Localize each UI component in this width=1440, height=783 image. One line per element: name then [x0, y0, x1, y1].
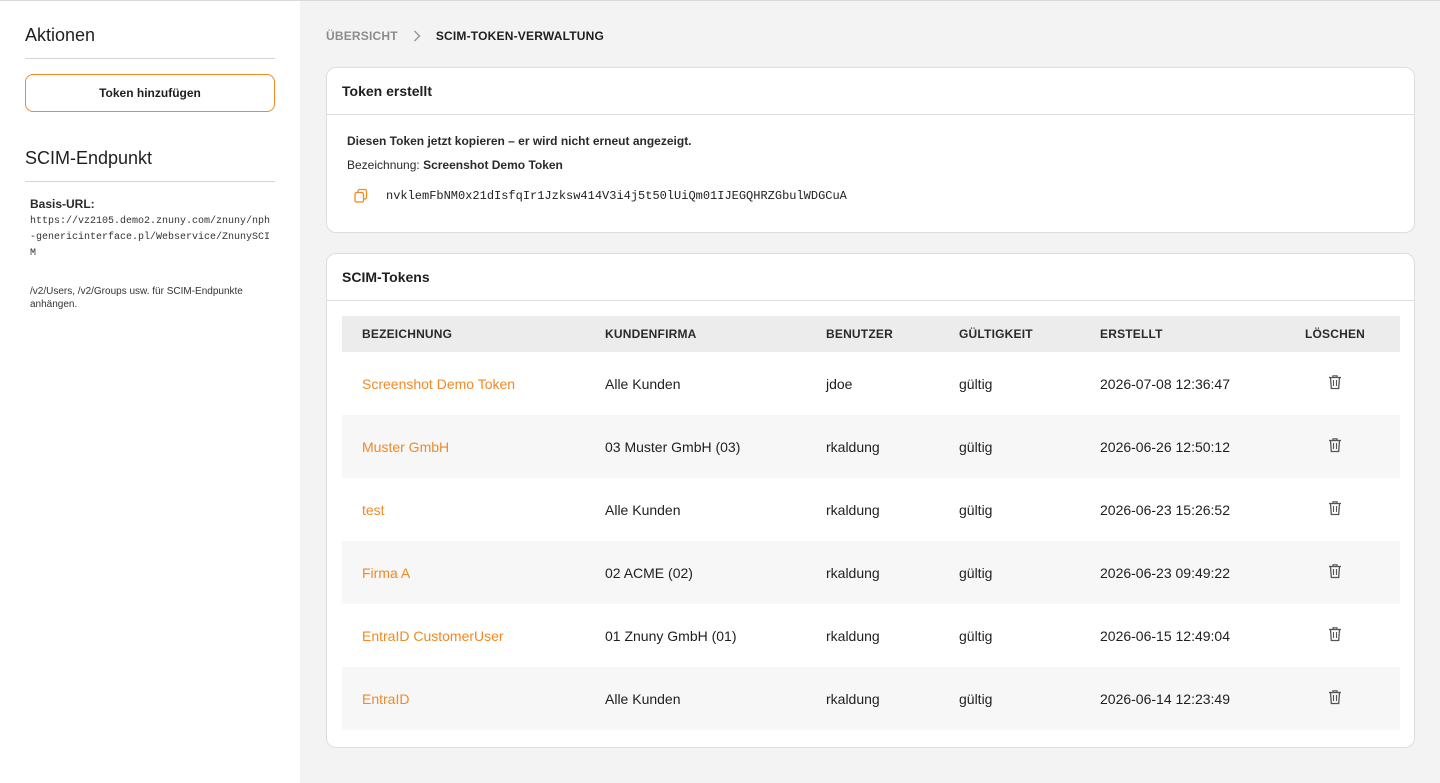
company-cell: 01 Znuny GmbH (01) — [605, 627, 737, 644]
company-cell: Alle Kunden — [605, 501, 681, 518]
delete-cell — [1270, 352, 1400, 415]
table-row: EntraID Alle Kunden rkaldung gültig 2026-06-… — [342, 667, 1400, 730]
created-cell: 2026-06-15 12:49:04 — [1100, 627, 1230, 644]
delete-cell — [1270, 667, 1400, 730]
company-cell: 02 ACME (02) — [605, 564, 693, 581]
company-cell: Alle Kunden — [605, 375, 681, 392]
validity-cell: gültig — [959, 375, 993, 392]
token-name-label: Bezeichnung: — [347, 158, 420, 172]
validity-cell: gültig — [959, 438, 993, 455]
trash-icon[interactable] — [1328, 374, 1342, 390]
chevron-right-icon — [413, 30, 421, 42]
user-cell: rkaldung — [826, 501, 880, 518]
validity-cell: gültig — [959, 627, 993, 644]
user-cell: rkaldung — [826, 564, 880, 581]
column-header-company[interactable]: KUNDENFIRMA — [585, 316, 806, 352]
table-header-row: BEZEICHNUNG KUNDENFIRMA BENUTZER GÜLTIGK… — [342, 316, 1400, 352]
created-cell: 2026-06-23 09:49:22 — [1100, 564, 1230, 581]
breadcrumb: ÜBERSICHT SCIM-TOKEN-VERWALTUNG — [326, 26, 1415, 46]
validity-cell: gültig — [959, 501, 993, 518]
token-name-link[interactable]: EntraID CustomerUser — [342, 604, 585, 667]
token-name-link[interactable]: EntraID — [342, 667, 585, 730]
token-value-line: nvklemFbNM0x21dIsfqIr1Jzksw414V3i4j5t50l… — [347, 188, 1394, 204]
column-header-created[interactable]: ERSTELLT — [1080, 316, 1270, 352]
created-cell: 2026-06-26 12:50:12 — [1100, 438, 1230, 455]
breadcrumb-current: SCIM-TOKEN-VERWALTUNG — [435, 29, 605, 43]
token-name-link[interactable]: Firma A — [342, 541, 585, 604]
tokens-table: BEZEICHNUNG KUNDENFIRMA BENUTZER GÜLTIGK… — [342, 316, 1400, 730]
table-row: test Alle Kunden rkaldung gültig 2026-06-23 … — [342, 478, 1400, 541]
token-name-link[interactable]: Screenshot Demo Token — [342, 352, 585, 415]
token-name-link[interactable]: Muster GmbH — [342, 415, 585, 478]
delete-cell — [1270, 478, 1400, 541]
trash-icon[interactable] — [1328, 437, 1342, 453]
delete-cell — [1270, 415, 1400, 478]
token-name-value: Screenshot Demo Token — [423, 158, 563, 172]
base-url-value: https://vz2105.demo2.znuny.com/znuny/nph… — [30, 216, 271, 259]
add-token-button[interactable]: Token hinzufügen — [25, 74, 275, 112]
token-name-link[interactable]: test — [342, 478, 585, 541]
table-row: Firma A 02 ACME (02) rkaldung gültig 2026-06… — [342, 541, 1400, 604]
company-cell: Alle Kunden — [605, 690, 681, 707]
scim-endpoint-heading: SCIM-Endpunkt — [25, 148, 275, 182]
endpoint-hint: /v2/Users, /v2/Groups usw. für SCIM-Endp… — [30, 286, 243, 310]
token-name-line: Bezeichnung: Screenshot Demo Token — [347, 158, 1394, 172]
scim-tokens-title: SCIM-Tokens — [327, 254, 1414, 301]
user-cell: rkaldung — [826, 690, 880, 707]
actions-heading: Aktionen — [25, 25, 275, 59]
copy-warning: Diesen Token jetzt kopieren – er wird ni… — [347, 134, 692, 148]
delete-cell — [1270, 604, 1400, 667]
created-cell: 2026-06-23 15:26:52 — [1100, 501, 1230, 518]
scim-tokens-card: SCIM-Tokens BEZEICHNUNG KUNDENFIRMA BENU… — [326, 253, 1415, 748]
delete-cell — [1270, 541, 1400, 604]
user-cell: rkaldung — [826, 627, 880, 644]
breadcrumb-overview-link[interactable]: ÜBERSICHT — [326, 29, 398, 43]
user-cell: jdoe — [826, 375, 853, 392]
user-cell: rkaldung — [826, 438, 880, 455]
column-header-validity[interactable]: GÜLTIGKEIT — [939, 316, 1080, 352]
validity-cell: gültig — [959, 690, 993, 707]
company-cell: 03 Muster GmbH (03) — [605, 438, 741, 455]
trash-icon[interactable] — [1328, 689, 1342, 705]
column-header-delete: LÖSCHEN — [1304, 327, 1366, 341]
trash-icon[interactable] — [1328, 626, 1342, 642]
trash-icon[interactable] — [1328, 500, 1342, 516]
table-row: Muster GmbH 03 Muster GmbH (03) rkaldung gü… — [342, 415, 1400, 478]
column-header-name[interactable]: BEZEICHNUNG — [342, 316, 585, 352]
validity-cell: gültig — [959, 564, 993, 581]
column-header-user[interactable]: BENUTZER — [806, 316, 939, 352]
copy-icon[interactable] — [353, 188, 369, 204]
sidebar: Aktionen Token hinzufügen SCIM-Endpunkt … — [0, 1, 300, 783]
base-url-label: Basis-URL: — [30, 197, 95, 211]
table-row: Screenshot Demo Token Alle Kunden jdoe gült… — [342, 352, 1400, 415]
trash-icon[interactable] — [1328, 563, 1342, 579]
token-created-card: Token erstellt Diesen Token jetzt kopier… — [326, 67, 1415, 233]
token-value[interactable]: nvklemFbNM0x21dIsfqIr1Jzksw414V3i4j5t50l… — [386, 189, 847, 203]
created-cell: 2026-06-14 12:23:49 — [1100, 690, 1230, 707]
table-row: EntraID CustomerUser 01 Znuny GmbH (01) rk… — [342, 604, 1400, 667]
created-cell: 2026-07-08 12:36:47 — [1100, 375, 1230, 392]
token-created-title: Token erstellt — [327, 68, 1414, 115]
main-content: ÜBERSICHT SCIM-TOKEN-VERWALTUNG Token er… — [326, 1, 1415, 748]
